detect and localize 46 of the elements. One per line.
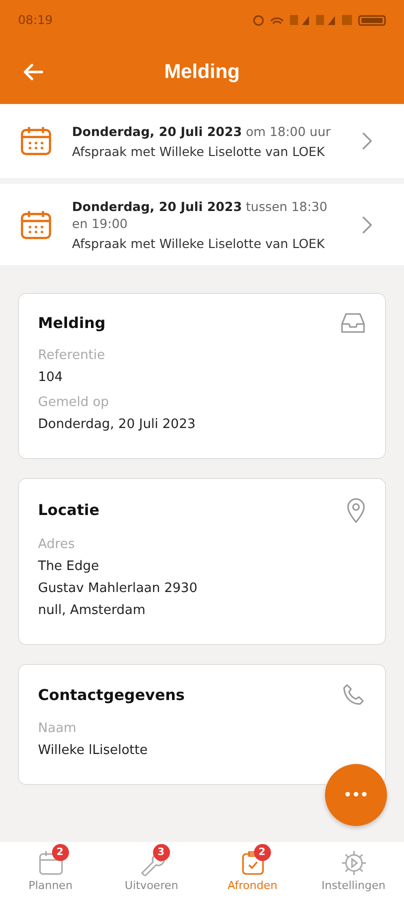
card-title: Contactgegevens	[38, 686, 185, 704]
field-value: Gustav Mahlerlaan 2930	[38, 580, 198, 598]
card-title: Melding	[38, 314, 106, 332]
count-badge: 2	[254, 844, 270, 861]
field-value: The Edge	[38, 558, 100, 576]
appointment-subject: Afspraak met Willeke Liselotte van LOEK	[72, 236, 326, 251]
calendar-icon	[20, 125, 52, 157]
nav-label: Afronden	[228, 879, 278, 892]
page-title: Melding	[164, 60, 240, 84]
chevron-right-icon	[362, 216, 372, 234]
appointment-subject: Afspraak met Willeke Liselotte van LOEK	[72, 144, 326, 159]
nav-label: Uitvoeren	[124, 879, 178, 892]
wifi-icon	[270, 16, 284, 24]
signal-icon	[316, 15, 336, 25]
appointment-time: Donderdag, 20 Juli 2023 tussen 18:30 en 19:00	[72, 198, 328, 232]
field-label: Referentie	[38, 348, 106, 363]
nav-tab[interactable]: 2 Afronden	[202, 842, 303, 900]
inbox-icon	[340, 312, 366, 334]
location-pin-icon	[346, 497, 366, 523]
card-title: Locatie	[38, 501, 100, 519]
nav-tab[interactable]: 2 Plannen	[0, 842, 101, 900]
nav-tab[interactable]: Instellingen	[303, 842, 404, 900]
field-value: Willeke lLiselotte	[38, 742, 149, 760]
count-badge: 3	[152, 844, 170, 861]
battery-icon	[358, 14, 386, 26]
nav-tab[interactable]: 3 Uitvoeren	[101, 842, 202, 900]
signal-icon	[290, 15, 310, 25]
field-label: Naam	[38, 721, 78, 736]
count-badge: 2	[52, 844, 68, 861]
phone-icon	[342, 683, 366, 707]
back-arrow-icon[interactable]	[23, 63, 43, 81]
gear-icon	[340, 850, 366, 876]
status-time: 08:19	[18, 13, 53, 27]
field-value: null, Amsterdam	[38, 602, 146, 620]
field-label: Adres	[38, 537, 76, 552]
field-label: Gemeld op	[38, 395, 110, 410]
nav-label: Plannen	[28, 879, 73, 892]
chevron-right-icon	[362, 132, 372, 150]
more-button[interactable]: •••	[325, 764, 387, 826]
appointment-row[interactable]: Donderdag, 20 Juli 2023 tussen 18:30 en 19:00 Afspraak met Willeke Liselotte van LOEK	[0, 184, 404, 265]
field-value: Donderdag, 20 Juli 2023	[38, 416, 196, 434]
appointment-time: Donderdag, 20 Juli 2023 om 18:00 uur	[72, 123, 332, 140]
calendar-icon	[20, 208, 52, 240]
field-value: 104	[38, 369, 64, 387]
nav-label: Instellingen	[322, 879, 386, 892]
appointment-row[interactable]: Donderdag, 20 Juli 2023 om 18:00 uur Afspraak met Willeke Liselotte van LOEK	[0, 104, 404, 178]
